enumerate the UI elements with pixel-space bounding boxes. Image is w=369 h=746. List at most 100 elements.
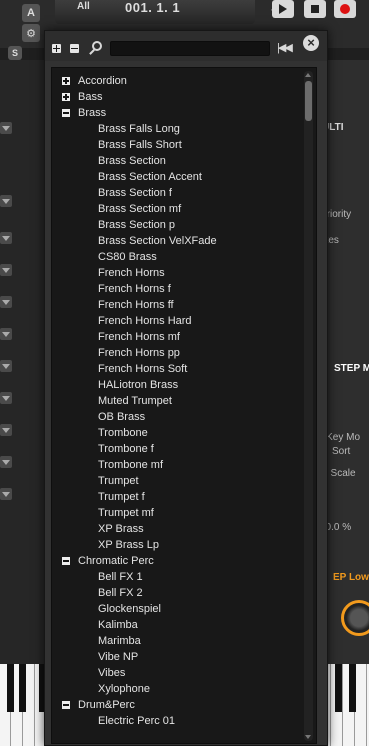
collapse-icon[interactable] (62, 109, 70, 117)
preset-item[interactable]: Trumpet mf (52, 505, 300, 521)
plus-square-icon[interactable] (52, 44, 61, 53)
expand-icon[interactable] (62, 77, 70, 85)
track-menu-button[interactable] (0, 195, 12, 207)
search-input[interactable] (110, 41, 270, 56)
browser-toolbar: |◀◀ × (45, 31, 327, 61)
preset-label: Brass Section mf (98, 203, 182, 215)
preset-item[interactable]: HALiotron Brass (52, 377, 300, 393)
preset-item[interactable]: French Horns f (52, 281, 300, 297)
preset-item[interactable]: Vibes (52, 665, 300, 681)
preset-label: French Horns pp (98, 347, 180, 359)
preset-label: Brass Section f (98, 187, 172, 199)
preset-item[interactable]: Marimba (52, 633, 300, 649)
preset-item[interactable]: Muted Trumpet (52, 393, 300, 409)
preset-item[interactable]: Glockenspiel (52, 601, 300, 617)
preset-label: French Horns ff (98, 299, 174, 311)
preset-item[interactable]: French Horns pp (52, 345, 300, 361)
preset-tree-list: Accordion Bass Brass Brass Falls Long Brass … (52, 73, 300, 729)
preset-label: French Horns f (98, 283, 171, 295)
collapse-icon[interactable] (62, 701, 70, 709)
preset-label: Glockenspiel (98, 603, 161, 615)
preset-label: French Horns (98, 267, 165, 279)
category-label: Drum&Perc (78, 699, 135, 711)
preset-item[interactable]: Brass Section Accent (52, 169, 300, 185)
preset-item[interactable]: Trombone mf (52, 457, 300, 473)
scroll-thumb[interactable] (305, 81, 312, 121)
preset-item[interactable]: Brass Falls Short (52, 137, 300, 153)
app-icon-a[interactable]: A (22, 4, 40, 22)
rewind-icon[interactable]: |◀◀ (277, 41, 293, 54)
preset-item[interactable]: Brass Section p (52, 217, 300, 233)
collapse-icon[interactable] (62, 557, 70, 565)
gear-icon[interactable]: ⚙ (22, 24, 40, 42)
preset-item[interactable]: Brass Section mf (52, 201, 300, 217)
preset-item[interactable]: Bell FX 2 (52, 585, 300, 601)
preset-item[interactable]: Brass Falls Long (52, 121, 300, 137)
track-menu-button[interactable] (0, 232, 12, 244)
preset-label: Trombone (98, 427, 148, 439)
preset-tree[interactable]: Accordion Bass Brass Brass Falls Long Brass … (51, 67, 317, 744)
track-menu-button[interactable] (0, 360, 12, 372)
scroll-up-icon[interactable] (305, 73, 311, 77)
preset-item[interactable]: Bell FX 1 (52, 569, 300, 585)
tree-category[interactable]: Brass (52, 105, 300, 121)
transport-position: 001. 1. 1 (125, 0, 181, 15)
preset-label: Kalimba (98, 619, 138, 631)
tree-scrollbar[interactable] (304, 71, 313, 741)
preset-label: Trumpet mf (98, 507, 154, 519)
preset-item[interactable]: Brass Section VelXFade (52, 233, 300, 249)
preset-label: XP Brass Lp (98, 539, 159, 551)
preset-label: HALiotron Brass (98, 379, 179, 391)
preset-item[interactable]: Electric Perc 01 (52, 713, 300, 729)
preset-label: Trumpet f (98, 491, 145, 503)
magnifier-icon[interactable] (88, 40, 104, 56)
track-menu-button[interactable] (0, 488, 12, 500)
preset-browser-popup: |◀◀ × Accordion Bass Brass Brass Falls Long… (44, 30, 328, 746)
expand-icon[interactable] (62, 93, 70, 101)
preset-item[interactable]: French Horns ff (52, 297, 300, 313)
tree-category[interactable]: Bass (52, 89, 300, 105)
preset-item[interactable]: French Horns Soft (52, 361, 300, 377)
preset-label: Trombone f (98, 443, 154, 455)
volume-knob[interactable] (341, 600, 369, 636)
preset-item[interactable]: Kalimba (52, 617, 300, 633)
preset-item[interactable]: XP Brass (52, 521, 300, 537)
preset-item[interactable]: Brass Section f (52, 185, 300, 201)
minus-square-icon[interactable] (70, 44, 79, 53)
preset-item[interactable]: CS80 Brass (52, 249, 300, 265)
track-menu-button[interactable] (0, 456, 12, 468)
step-mode-button[interactable]: STEP M (334, 363, 369, 374)
scroll-down-icon[interactable] (305, 735, 311, 739)
preset-item[interactable]: Xylophone (52, 681, 300, 697)
category-label: Accordion (78, 75, 127, 87)
sort-value[interactable]: Sort (332, 446, 350, 457)
preset-label: XP Brass (98, 523, 144, 535)
track-menu-button[interactable] (0, 328, 12, 340)
track-menu-button[interactable] (0, 122, 12, 134)
close-icon[interactable]: × (303, 35, 319, 51)
preset-item[interactable]: OB Brass (52, 409, 300, 425)
tree-category[interactable]: Drum&Perc (52, 697, 300, 713)
preset-label: Trombone mf (98, 459, 164, 471)
preset-item[interactable]: Trombone (52, 425, 300, 441)
preset-item[interactable]: Trumpet f (52, 489, 300, 505)
preset-item[interactable]: Trumpet (52, 473, 300, 489)
track-menu-button[interactable] (0, 296, 12, 308)
preset-item[interactable]: Brass Section (52, 153, 300, 169)
preset-item[interactable]: Vibe NP (52, 649, 300, 665)
tree-category[interactable]: Chromatic Perc (52, 553, 300, 569)
preset-label: Vibe NP (98, 651, 139, 663)
stop-button[interactable] (304, 0, 326, 18)
track-menu-button[interactable] (0, 424, 12, 436)
tree-category[interactable]: Accordion (52, 73, 300, 89)
preset-item[interactable]: XP Brass Lp (52, 537, 300, 553)
track-menu-button[interactable] (0, 392, 12, 404)
preset-item[interactable]: French Horns mf (52, 329, 300, 345)
track-menu-button[interactable] (0, 264, 12, 276)
preset-item[interactable]: French Horns (52, 265, 300, 281)
solo-button[interactable]: S (8, 46, 22, 60)
preset-item[interactable]: Trombone f (52, 441, 300, 457)
preset-item[interactable]: French Horns Hard (52, 313, 300, 329)
play-button[interactable] (272, 0, 294, 18)
record-button[interactable] (334, 0, 356, 18)
